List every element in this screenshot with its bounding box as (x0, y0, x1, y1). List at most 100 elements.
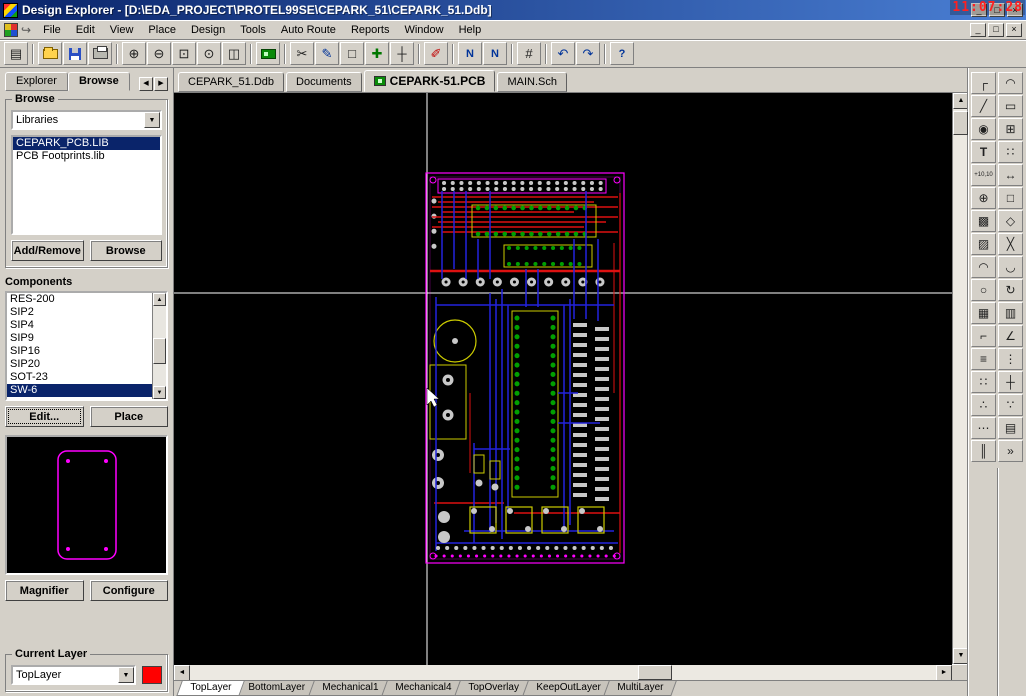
netlist-update-icon[interactable]: N (483, 42, 507, 65)
mdi-close-icon[interactable]: × (1006, 23, 1022, 37)
distribute-icon[interactable]: ⋮ (998, 348, 1023, 370)
mdi-restore-icon[interactable]: □ (988, 23, 1004, 37)
measure-distance-icon[interactable]: ⌐ (971, 325, 996, 347)
menu-help[interactable]: Help (452, 22, 489, 38)
vertical-scroll-thumb[interactable] (953, 111, 968, 135)
mdi-minimize-icon[interactable]: _ (970, 23, 986, 37)
menu-tools[interactable]: Tools (233, 22, 273, 38)
layer-tab-multilayer[interactable]: MultiLayer (604, 681, 678, 696)
board-icon[interactable] (256, 42, 280, 65)
tab-cepark51-ddb[interactable]: CEPARK_51.Ddb (178, 72, 284, 92)
interactive-route-icon[interactable]: ┌ (971, 72, 996, 94)
redo-icon[interactable]: ↷ (576, 42, 600, 65)
layer-tab-bottomlayer[interactable]: BottomLayer (234, 681, 318, 696)
grid-icon[interactable]: # (517, 42, 541, 65)
place-fill-icon[interactable]: ▩ (971, 210, 996, 232)
configure-button[interactable]: Configure (90, 580, 169, 601)
pad-array-icon[interactable]: ∷ (998, 141, 1023, 163)
netlist-load-icon[interactable]: N (458, 42, 482, 65)
scroll-down-icon[interactable]: ▼ (153, 386, 166, 399)
horizontal-scroll-track[interactable] (190, 665, 936, 680)
zoom-select-icon[interactable]: ◫ (222, 42, 246, 65)
zoom-window-icon[interactable]: ⊡ (172, 42, 196, 65)
more-icon[interactable]: » (998, 440, 1023, 462)
menu-window[interactable]: Window (397, 22, 450, 38)
place-component-icon[interactable]: ▭ (998, 95, 1023, 117)
help-icon[interactable]: ? (610, 42, 634, 65)
pcb-canvas[interactable] (174, 93, 952, 665)
array-paste-icon[interactable]: ▦ (971, 302, 996, 324)
chevron-down-icon[interactable]: ▼ (118, 667, 134, 683)
knife-icon[interactable]: ✂ (290, 42, 314, 65)
layer-stack-icon[interactable]: ▤ (998, 417, 1023, 439)
component-item-selected[interactable]: SW-6 (7, 384, 166, 397)
browse-button[interactable]: Browse (90, 240, 163, 261)
component-array-icon[interactable]: ∴ (971, 394, 996, 416)
set-origin-icon[interactable]: ⊕ (971, 187, 996, 209)
special-paste-icon[interactable]: ▥ (998, 302, 1023, 324)
zoom-out-icon[interactable]: ⊖ (147, 42, 171, 65)
component-item[interactable]: SIP4 (7, 319, 166, 332)
zoom-in-icon[interactable]: ⊕ (122, 42, 146, 65)
add-remove-button[interactable]: Add/Remove (11, 240, 84, 261)
measure-angle-icon[interactable]: ∠ (998, 325, 1023, 347)
menu-file[interactable]: File (36, 22, 68, 38)
grid-dots-icon[interactable]: ∷ (971, 371, 996, 393)
scroll-down-icon[interactable]: ▼ (953, 648, 969, 664)
scrollbar-track[interactable] (153, 306, 166, 386)
place-coordinate-icon[interactable]: +10,10 (971, 164, 996, 186)
components-scrollbar[interactable]: ▲ ▼ (152, 293, 166, 399)
place-polygon-icon[interactable]: ◇ (998, 210, 1023, 232)
layer-tab-topoverlay[interactable]: TopOverlay (454, 681, 532, 696)
layer-tab-toplayer[interactable]: TopLayer (176, 681, 245, 696)
workspace-icon[interactable]: ▤ (4, 42, 28, 65)
menu-reports[interactable]: Reports (344, 22, 397, 38)
zoom-point-icon[interactable]: ⊙ (197, 42, 221, 65)
slice-track-icon[interactable]: ╳ (998, 233, 1023, 255)
print-icon[interactable] (88, 42, 112, 65)
menu-place[interactable]: Place (141, 22, 183, 38)
edge-arc-icon[interactable]: ◠ (971, 256, 996, 278)
open-folder-icon[interactable] (38, 42, 62, 65)
full-circle-icon[interactable]: ○ (971, 279, 996, 301)
place-string-icon[interactable]: T (971, 141, 996, 163)
red-pencil-icon[interactable]: ✐ (424, 42, 448, 65)
move-icon[interactable]: ✚ (365, 42, 389, 65)
chevron-down-icon[interactable]: ▼ (144, 112, 160, 128)
tab-main-sch[interactable]: MAIN.Sch (497, 72, 567, 92)
library-item[interactable]: CEPARK_PCB.LIB (13, 137, 160, 150)
rotate-icon[interactable]: ↻ (998, 279, 1023, 301)
snap-grid-icon[interactable]: ┼ (998, 371, 1023, 393)
selection-icon[interactable]: □ (340, 42, 364, 65)
place-button[interactable]: Place (90, 406, 169, 427)
scrollbar-thumb[interactable] (153, 338, 166, 364)
split-plane-icon[interactable]: ▨ (971, 233, 996, 255)
components-list[interactable]: RES-200 SIP2 SIP4 SIP9 SIP16 SIP20 SOT-2… (5, 291, 168, 401)
place-dimension-icon[interactable]: ↔ (998, 164, 1023, 186)
dots-more-icon[interactable]: ⋯ (971, 417, 996, 439)
menu-view[interactable]: View (103, 22, 141, 38)
save-icon[interactable] (63, 42, 87, 65)
scroll-up-icon[interactable]: ▲ (153, 293, 166, 306)
libraries-list[interactable]: CEPARK_PCB.LIB PCB Footprints.lib (11, 135, 162, 235)
horizontal-scroll-thumb[interactable] (638, 665, 672, 680)
scroll-up-icon[interactable]: ▲ (953, 93, 969, 109)
pencil-icon[interactable]: ✎ (315, 42, 339, 65)
component-item[interactable]: SIP20 (7, 358, 166, 371)
menu-auto-route[interactable]: Auto Route (274, 22, 343, 38)
edit-button[interactable]: Edit... (5, 406, 84, 427)
center-arc-icon[interactable]: ◡ (998, 256, 1023, 278)
align-icon[interactable]: ≡ (971, 348, 996, 370)
tab-explorer[interactable]: Explorer (5, 72, 68, 91)
vertical-scrollbar[interactable]: ▲ ▼ (952, 93, 968, 664)
layer-tab-keepoutlayer[interactable]: KeepOutLayer (522, 681, 614, 696)
vertical-scroll-track[interactable] (953, 109, 968, 648)
toolbar-handle-icon[interactable]: ║ (971, 440, 996, 462)
menu-edit[interactable]: Edit (69, 22, 102, 38)
place-arc-icon[interactable]: ◠ (998, 72, 1023, 94)
place-track-icon[interactable]: ╱ (971, 95, 996, 117)
place-via-icon[interactable]: ◉ (971, 118, 996, 140)
tab-browse[interactable]: Browse (68, 72, 130, 91)
tab-scroll-right-icon[interactable]: ▶ (154, 77, 168, 91)
horizontal-scrollbar[interactable]: ◄ ► (174, 664, 968, 680)
